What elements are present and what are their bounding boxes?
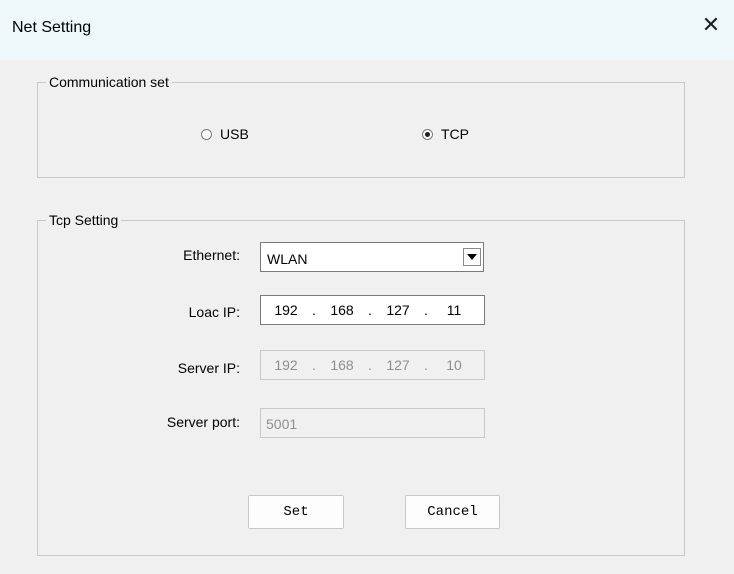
server-ip-octet-4: 10 <box>446 357 462 373</box>
local-ip-label: Loac IP: <box>188 304 240 320</box>
server-ip-octet-1: 192 <box>274 357 298 373</box>
server-ip-dot: . <box>368 357 372 373</box>
server-port-label: Server port: <box>166 414 240 430</box>
window-title: Net Setting <box>12 19 92 36</box>
communication-set-group: Communication set USB TCP <box>37 73 685 178</box>
cancel-button[interactable]: Cancel <box>405 495 500 529</box>
server-ip-octet-2: 168 <box>330 357 354 373</box>
local-ip-dot: . <box>424 302 428 318</box>
local-ip-input[interactable]: 192 . 168 . 127 . 11 <box>260 295 485 325</box>
radio-usb[interactable]: USB <box>201 126 249 142</box>
local-ip-octet-4[interactable]: 11 <box>433 302 475 318</box>
server-ip-dot: . <box>424 357 428 373</box>
radio-tcp[interactable]: TCP <box>422 126 469 142</box>
net-setting-dialog: Net Setting ✕ Communication set USB TCP … <box>0 0 734 574</box>
server-ip-dot: . <box>312 357 316 373</box>
local-ip-octet-3[interactable]: 127 <box>377 302 419 318</box>
tcp-setting-legend: Tcp Setting <box>46 211 122 229</box>
radio-tcp-indicator[interactable] <box>422 128 433 140</box>
ethernet-select[interactable]: WLAN <box>260 242 484 272</box>
radio-tcp-label: TCP <box>441 126 469 142</box>
radio-usb-indicator[interactable] <box>201 128 212 140</box>
server-ip-label: Server IP: <box>177 360 240 376</box>
server-port-value: 5001 <box>266 416 298 432</box>
chevron-down-icon[interactable] <box>463 248 481 266</box>
tcp-setting-group: Tcp Setting Ethernet: WLAN Loac IP: 192 … <box>37 211 685 556</box>
server-ip-input: 192 . 168 . 127 . 10 <box>260 350 485 380</box>
communication-set-legend: Communication set <box>46 73 172 91</box>
close-icon[interactable]: ✕ <box>698 12 724 38</box>
ethernet-selected-value: WLAN <box>267 251 308 267</box>
local-ip-octet-1[interactable]: 192 <box>265 302 307 318</box>
local-ip-dot: . <box>312 302 316 318</box>
radio-usb-label: USB <box>220 126 249 142</box>
title-bar: Net Setting ✕ <box>0 0 734 60</box>
ethernet-label: Ethernet: <box>183 247 240 263</box>
server-ip-octet-3: 127 <box>386 357 410 373</box>
local-ip-dot: . <box>368 302 372 318</box>
local-ip-octet-2[interactable]: 168 <box>321 302 363 318</box>
server-port-input: 5001 <box>260 408 485 438</box>
set-button[interactable]: Set <box>248 495 344 529</box>
